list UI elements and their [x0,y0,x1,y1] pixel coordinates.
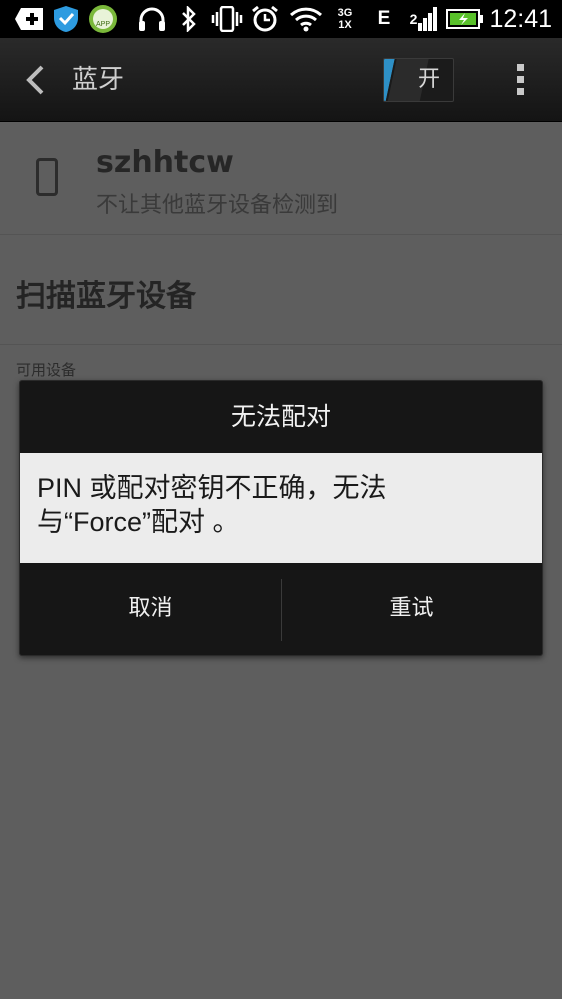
status-bar: APP 3G 1X E 2 12:41 [0,0,562,38]
edge-icon: E [374,5,394,33]
device-visibility: 不让其他蓝牙设备检测到 [96,193,339,218]
vibrate-icon [210,5,244,33]
available-devices-header: 可用设备 [16,361,77,379]
signal-icon: 2 [408,5,440,33]
scan-label: 扫描蓝牙设备 [16,279,196,314]
toggle-label: 开 [418,67,441,92]
net-1x-text: 1X [338,19,352,31]
bluetooth-toggle[interactable]: 开 [383,58,454,102]
battery-charging-icon [446,5,484,33]
app-badge-text: APP [95,21,110,28]
add-icon [14,5,44,33]
shield-icon [52,5,80,33]
overflow-dot [516,76,524,83]
wifi-icon [288,5,324,33]
scan-row[interactable]: 扫描蓝牙设备 [0,235,562,345]
signal-digit: 2 [409,11,418,27]
status-clock: 12:41 [489,5,552,33]
device-row[interactable]: szhhtcw 不让其他蓝牙设备检测到 [0,123,562,235]
dialog-message-line: 与“Force”配对 。 [37,507,240,537]
dialog-title: 无法配对 [230,402,331,431]
back-button[interactable] [22,64,48,96]
retry-button[interactable]: 重试 [281,563,542,655]
page-title: 蓝牙 [72,65,125,95]
action-bar: 蓝牙 开 [0,38,562,122]
dialog-message-line: PIN 或配对密钥不正确，无法 [37,473,387,503]
chevron-left-icon [26,65,44,95]
overflow-menu-button[interactable] [514,64,526,98]
overflow-dot [516,88,524,95]
edge-text: E [377,8,391,29]
device-name: szhhtcw [96,145,234,180]
overflow-dot [516,64,524,71]
alarm-icon [250,5,280,33]
app-icon: APP [88,5,118,33]
dialog-message: PIN 或配对密钥不正确，无法 与“Force”配对 。 [37,471,517,539]
headphones-icon [136,5,168,33]
network-3g-1x-icon: 3G 1X [330,5,360,33]
dialog-body: PIN 或配对密钥不正确，无法 与“Force”配对 。 [20,453,542,563]
phone-icon [36,158,58,196]
bluetooth-icon [178,5,200,33]
net-3g-text: 3G [337,7,353,19]
cancel-button[interactable]: 取消 [20,563,281,655]
pairing-error-dialog: 无法配对 PIN 或配对密钥不正确，无法 与“Force”配对 。 取消 重试 [19,380,543,656]
